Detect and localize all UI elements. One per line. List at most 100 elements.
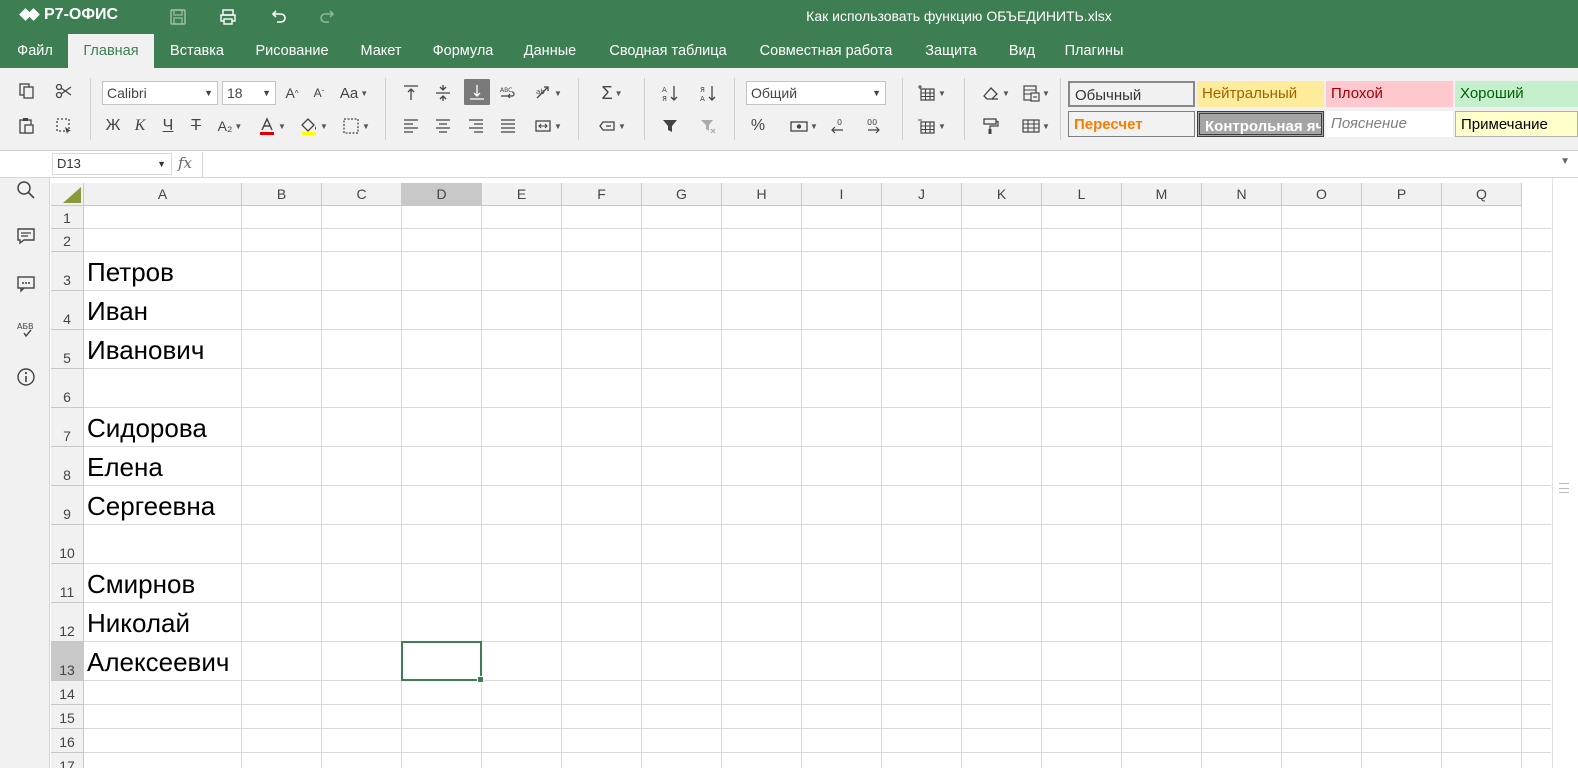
tab-data[interactable]: Данные xyxy=(514,34,586,68)
style-bad[interactable]: Плохой xyxy=(1326,81,1453,107)
justify-icon[interactable] xyxy=(496,114,520,138)
scroll-grip[interactable] xyxy=(1559,483,1569,493)
filter-icon[interactable] xyxy=(658,114,682,138)
delete-cells-button[interactable]: ▼ xyxy=(914,114,950,138)
row-header-3[interactable]: 3 xyxy=(51,252,84,291)
row-header-11[interactable]: 11 xyxy=(51,564,84,603)
row-header-7[interactable]: 7 xyxy=(51,408,84,447)
cell-a11[interactable]: Смирнов xyxy=(87,569,195,600)
percent-button[interactable]: % xyxy=(746,114,770,138)
row-header-16[interactable]: 16 xyxy=(51,729,84,753)
increase-decimal-icon[interactable]: 00 xyxy=(862,114,886,138)
name-box[interactable]: D13 ▼ xyxy=(52,153,172,175)
tab-file[interactable]: Файл xyxy=(6,34,64,68)
spreadsheet-grid[interactable]: A B C D E F G H I J K L M N O P Q 1 2 3 Петров 4 Иван 5 Иванович… xyxy=(51,183,1551,768)
cell-a4[interactable]: Иван xyxy=(87,296,148,327)
style-normal[interactable]: Обычный xyxy=(1068,81,1195,107)
formula-input[interactable] xyxy=(210,155,1540,175)
tab-draw[interactable]: Рисование xyxy=(244,34,340,68)
sum-button[interactable]: Σ ▼ xyxy=(594,81,630,105)
column-header-c[interactable]: C xyxy=(322,183,402,206)
decrease-decimal-icon[interactable]: 0 xyxy=(826,114,850,138)
align-middle-icon[interactable] xyxy=(431,81,455,105)
tab-plugins[interactable]: Плагины xyxy=(1056,34,1132,68)
clear-button[interactable]: ▼ xyxy=(978,81,1014,105)
column-header-j[interactable]: J xyxy=(882,183,962,206)
cell-a7[interactable]: Сидорова xyxy=(87,413,207,444)
column-header-m[interactable]: M xyxy=(1122,183,1202,206)
align-center-icon[interactable] xyxy=(431,114,455,138)
align-bottom-icon[interactable] xyxy=(464,79,490,105)
tab-insert[interactable]: Вставка xyxy=(160,34,234,68)
row-header-4[interactable]: 4 xyxy=(51,291,84,330)
change-case-icon[interactable]: Aa ▼ xyxy=(336,81,372,105)
row-header-17[interactable]: 17 xyxy=(51,753,84,768)
column-header-n[interactable]: N xyxy=(1202,183,1282,206)
style-good[interactable]: Хороший xyxy=(1455,81,1578,107)
copy-style-icon[interactable] xyxy=(978,114,1002,138)
column-header-h[interactable]: H xyxy=(722,183,802,206)
fill-color-button[interactable]: ▼ xyxy=(296,114,332,138)
insert-cells-button[interactable]: ▼ xyxy=(914,81,950,105)
search-icon[interactable] xyxy=(14,178,38,202)
row-header-10[interactable]: 10 xyxy=(51,525,84,564)
style-calculation[interactable]: Пересчет xyxy=(1068,111,1195,137)
font-color-button[interactable]: ▼ xyxy=(254,114,290,138)
row-header-9[interactable]: 9 xyxy=(51,486,84,525)
subscript-button[interactable]: A₂ ▼ xyxy=(212,114,248,138)
conditional-format-button[interactable]: ▼ xyxy=(1018,81,1054,105)
column-header-q[interactable]: Q xyxy=(1442,183,1522,206)
column-header-e[interactable]: E xyxy=(482,183,562,206)
strikethrough-button[interactable]: Т xyxy=(184,114,208,138)
named-ranges-button[interactable]: ▼ xyxy=(594,114,630,138)
decrease-font-icon[interactable]: Aˇ xyxy=(307,81,331,105)
currency-button[interactable]: ▼ xyxy=(786,114,822,138)
tab-view[interactable]: Вид xyxy=(998,34,1046,68)
spellcheck-icon[interactable]: АБВ xyxy=(14,317,38,341)
cell-a12[interactable]: Николай xyxy=(87,608,190,639)
column-header-f[interactable]: F xyxy=(562,183,642,206)
merge-button[interactable]: ▼ xyxy=(530,114,566,138)
tab-collaboration[interactable]: Совместная работа xyxy=(748,34,904,68)
column-header-b[interactable]: B xyxy=(242,183,322,206)
column-header-g[interactable]: G xyxy=(642,183,722,206)
tab-protection[interactable]: Защита xyxy=(914,34,988,68)
borders-button[interactable]: ▼ xyxy=(338,114,374,138)
tab-pivot[interactable]: Сводная таблица xyxy=(598,34,738,68)
vertical-scrollbar[interactable] xyxy=(1552,178,1578,768)
underline-button[interactable]: Ч xyxy=(156,114,180,138)
column-header-p[interactable]: P xyxy=(1362,183,1442,206)
select-all-icon[interactable] xyxy=(52,114,76,138)
expand-formula-icon[interactable]: ▼ xyxy=(1560,156,1570,167)
row-header-2[interactable]: 2 xyxy=(51,229,84,252)
paste-icon[interactable] xyxy=(15,114,39,138)
row-header-6[interactable]: 6 xyxy=(51,369,84,408)
orientation-button[interactable]: ab ▼ xyxy=(530,81,566,105)
style-explanatory[interactable]: Пояснение xyxy=(1326,111,1453,137)
align-left-icon[interactable] xyxy=(399,114,423,138)
tab-layout[interactable]: Макет xyxy=(350,34,412,68)
cell-a3[interactable]: Петров xyxy=(87,257,174,288)
cell-a8[interactable]: Елена xyxy=(87,452,163,483)
row-header-14[interactable]: 14 xyxy=(51,681,84,705)
sort-descending-icon[interactable]: ЯA xyxy=(696,81,720,105)
row-header-15[interactable]: 15 xyxy=(51,705,84,729)
cell-a13[interactable]: Алексеевич xyxy=(87,647,229,678)
column-header-i[interactable]: I xyxy=(802,183,882,206)
column-header-k[interactable]: K xyxy=(962,183,1042,206)
sort-ascending-icon[interactable]: AЯ xyxy=(658,81,682,105)
align-right-icon[interactable] xyxy=(464,114,488,138)
format-as-table-button[interactable]: ▼ xyxy=(1018,114,1054,138)
clear-filter-icon[interactable] xyxy=(696,114,720,138)
about-icon[interactable] xyxy=(14,365,38,389)
tab-home[interactable]: Главная xyxy=(68,34,154,68)
function-icon[interactable]: fx xyxy=(178,154,192,172)
increase-font-icon[interactable]: A ^ xyxy=(280,81,304,105)
align-top-icon[interactable] xyxy=(399,81,423,105)
cut-icon[interactable] xyxy=(52,79,76,103)
number-format-select[interactable]: Общий ▼ xyxy=(746,81,886,105)
style-neutral[interactable]: Нейтральный xyxy=(1197,81,1324,107)
cell-a9[interactable]: Сергеевна xyxy=(87,491,215,522)
comments-icon[interactable] xyxy=(14,224,38,248)
tab-formula[interactable]: Формула xyxy=(422,34,504,68)
